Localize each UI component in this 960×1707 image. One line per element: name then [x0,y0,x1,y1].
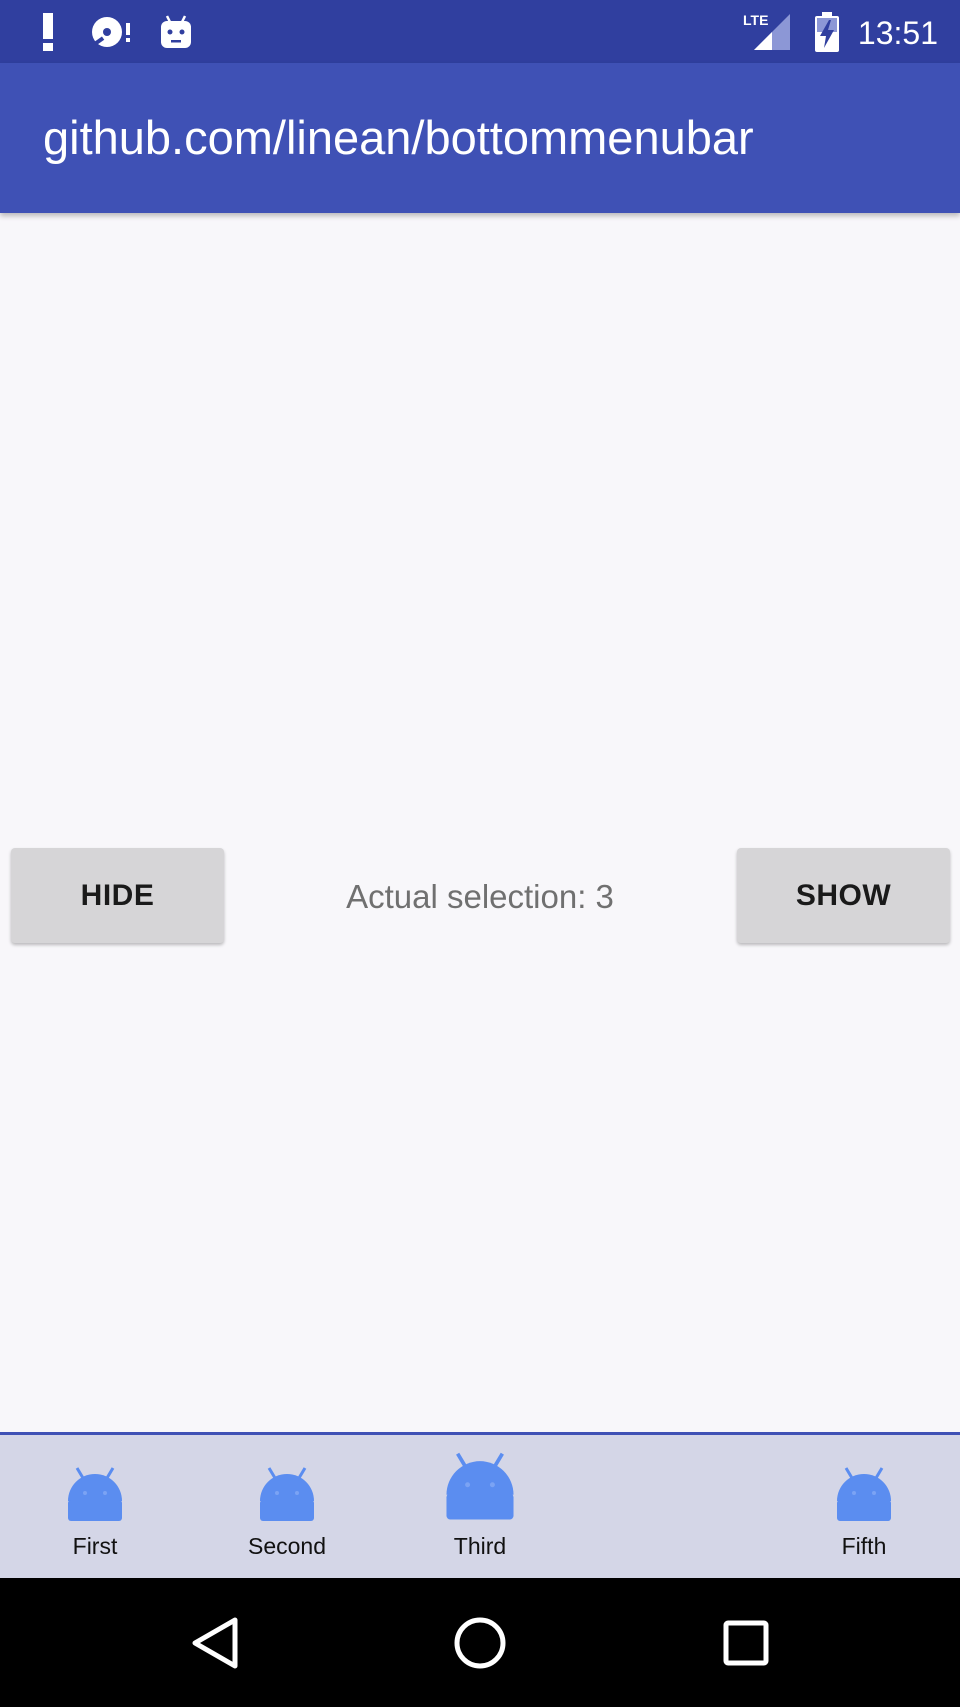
signal-icon: LTE [742,0,792,63]
android-icon [835,1465,893,1528]
menu-item-label: Third [453,1533,507,1559]
status-bar: LTE 13:51 [0,0,960,63]
recents-icon[interactable] [686,1578,806,1707]
menu-item-label: First [72,1533,118,1559]
app-bar: github.com/linean/bottommenubar [0,63,960,213]
show-button[interactable]: SHOW [737,848,950,943]
battery-charging-icon [812,0,842,63]
selection-text: Actual selection: 3 [346,878,614,915]
main-content [0,213,960,1433]
back-icon[interactable] [155,1578,275,1707]
menu-item-label: Fifth [841,1533,887,1559]
menu-item-first[interactable]: First [0,1435,190,1578]
android-debug-icon [158,0,194,63]
network-label: LTE [743,12,768,28]
android-icon [258,1465,316,1528]
alert-icon [36,0,60,63]
home-icon[interactable] [420,1578,540,1707]
menu-item-second[interactable]: Second [192,1435,382,1578]
menu-item-label: Second [247,1533,326,1559]
hide-button[interactable]: HIDE [11,848,224,943]
android-icon [444,1450,516,1527]
menu-item-fifth[interactable]: Fifth [769,1435,959,1578]
status-time: 13:51 [857,15,938,51]
app-title: github.com/linean/bottommenubar [43,111,754,164]
bottom-menu-bar: First Second Third Fifth [0,1432,960,1578]
menu-item-third[interactable]: Third [385,1435,575,1578]
system-nav-bar [0,1578,960,1707]
sd-card-icon [88,0,134,63]
android-icon [66,1465,124,1528]
